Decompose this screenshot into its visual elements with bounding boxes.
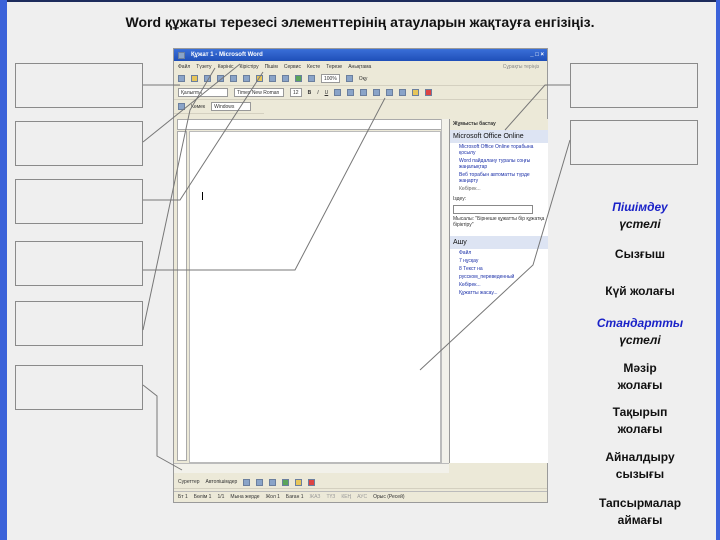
connector — [142, 384, 183, 471]
connector — [143, 71, 264, 201]
connector — [504, 84, 570, 131]
label-ruler[interactable]: Сызғыш — [575, 246, 705, 263]
label-scrollbar[interactable]: Айналдыру сызығы — [575, 449, 705, 483]
connector — [143, 97, 386, 271]
label-menu-bar[interactable]: Мәзір жолағы — [575, 360, 705, 394]
label-task-pane[interactable]: Тапсырмалар аймағы — [575, 495, 705, 529]
label-status-bar[interactable]: Күй жолағы — [575, 283, 705, 300]
label-formatting-toolbar[interactable]: Пішімдеу үстелі — [575, 199, 705, 233]
label-standard-toolbar[interactable]: Стандартты үстелі — [575, 315, 705, 349]
connector — [419, 139, 571, 371]
label-title-bar[interactable]: Тақырып жолағы — [575, 404, 705, 438]
connector — [142, 67, 216, 331]
